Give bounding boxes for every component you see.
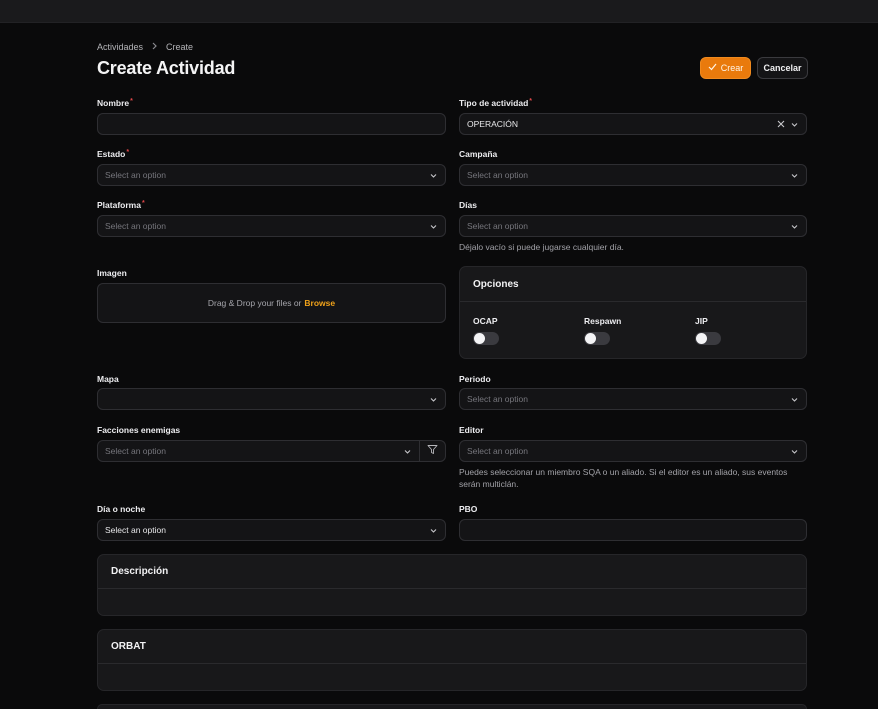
tipo-label: Tipo de actividad* xyxy=(459,98,533,108)
facciones-label: Facciones enemigas xyxy=(97,425,181,435)
pbo-label: PBO xyxy=(459,504,478,514)
chevron-down-icon xyxy=(790,447,799,456)
periodo-label: Periodo xyxy=(459,374,491,384)
chevron-down-icon xyxy=(429,171,438,180)
nombre-input[interactable] xyxy=(97,113,446,135)
editor-hint: Puedes seleccionar un miembro SQA o un a… xyxy=(459,467,788,489)
required-marker: * xyxy=(130,98,133,105)
toggle-knob xyxy=(474,333,485,344)
chevron-down-icon xyxy=(790,120,799,129)
estado-label: Estado* xyxy=(97,149,130,159)
editor-label: Editor xyxy=(459,425,484,435)
dias-label: Días xyxy=(459,200,477,210)
editor-select[interactable]: Select an option xyxy=(459,440,807,462)
tipo-selected-value: OPERACIÓN xyxy=(467,119,519,129)
breadcrumb-current: Create xyxy=(166,42,194,52)
descripcion-card: Descripción xyxy=(97,554,807,616)
chevron-down-icon xyxy=(790,222,799,231)
dias-select[interactable]: Select an option xyxy=(459,215,807,237)
ocap-label: OCAP xyxy=(473,316,498,326)
dias-hint: Déjalo vacío si puede jugarse cualquier … xyxy=(459,242,624,252)
mapa-label: Mapa xyxy=(97,374,119,384)
cancel-button[interactable]: Cancelar xyxy=(757,57,808,79)
card-divider xyxy=(98,588,806,589)
chevron-down-icon xyxy=(429,395,438,404)
chevron-down-icon xyxy=(790,171,799,180)
top-navbar xyxy=(0,0,878,23)
plataforma-label: Plataforma* xyxy=(97,200,145,210)
chevron-down-icon xyxy=(790,395,799,404)
next-card-peek xyxy=(97,704,807,709)
pbo-input[interactable] xyxy=(459,519,807,541)
imagen-label: Imagen xyxy=(97,268,127,278)
required-marker: * xyxy=(126,149,130,156)
check-icon xyxy=(708,63,717,73)
facciones-filter-button[interactable] xyxy=(419,440,446,462)
jip-toggle[interactable] xyxy=(695,332,721,345)
campana-select[interactable]: Select an option xyxy=(459,164,807,186)
toggle-knob xyxy=(585,333,596,344)
page-title: Create Actividad xyxy=(97,58,236,78)
dia-noche-select[interactable]: Select an option xyxy=(97,519,446,541)
breadcrumb: Actividades Create xyxy=(97,42,193,52)
mapa-select[interactable] xyxy=(97,388,446,410)
plataforma-select[interactable]: Select an option xyxy=(97,215,446,237)
dia-noche-label: Día o noche xyxy=(97,504,146,514)
nombre-label: Nombre* xyxy=(97,98,133,108)
card-divider xyxy=(98,663,806,664)
chevron-right-icon xyxy=(151,42,158,52)
browse-link[interactable]: Browse xyxy=(304,298,335,308)
chevron-down-icon xyxy=(403,447,412,456)
card-divider xyxy=(460,301,806,302)
create-button-label: Crear xyxy=(720,63,744,73)
descripcion-title: Descripción xyxy=(111,566,169,577)
estado-select[interactable]: Select an option xyxy=(97,164,446,186)
chevron-down-icon xyxy=(429,222,438,231)
chevron-down-icon xyxy=(429,526,438,535)
respawn-label: Respawn xyxy=(584,316,622,326)
close-icon[interactable] xyxy=(776,120,785,129)
campana-label: Campaña xyxy=(459,149,498,159)
jip-label: JIP xyxy=(695,316,708,326)
dropzone-text: Drag & Drop your files or xyxy=(207,298,302,308)
toggle-knob xyxy=(696,333,707,344)
opciones-title: Opciones xyxy=(473,279,519,290)
facciones-select[interactable]: Select an option xyxy=(97,440,420,462)
orbat-title: ORBAT xyxy=(111,641,146,652)
ocap-toggle[interactable] xyxy=(473,332,499,345)
respawn-toggle[interactable] xyxy=(584,332,610,345)
opciones-card: Opciones OCAP Respawn JIP xyxy=(459,266,807,359)
breadcrumb-parent-link[interactable]: Actividades xyxy=(97,42,143,52)
required-marker: * xyxy=(141,200,145,207)
filter-icon xyxy=(427,442,438,460)
tipo-select[interactable]: OPERACIÓN xyxy=(459,113,807,135)
image-dropzone[interactable]: Drag & Drop your files or Browse xyxy=(97,283,446,323)
create-button[interactable]: Crear xyxy=(700,57,751,79)
required-marker: * xyxy=(529,98,533,105)
periodo-select[interactable]: Select an option xyxy=(459,388,807,410)
orbat-card: ORBAT xyxy=(97,629,807,691)
